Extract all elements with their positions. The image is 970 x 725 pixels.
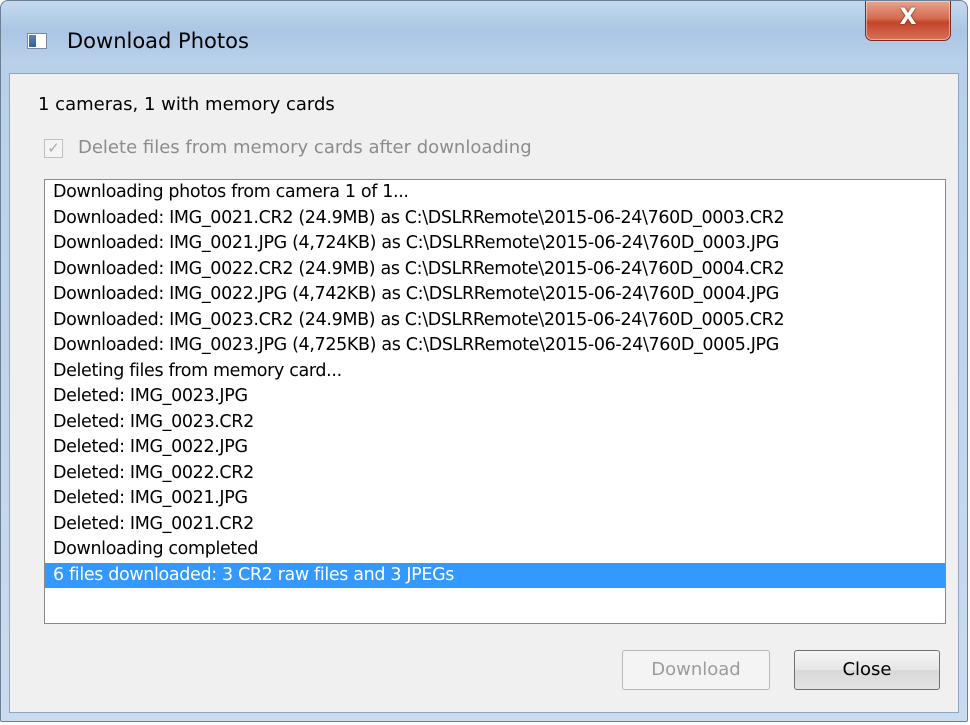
close-icon: X xyxy=(899,5,917,30)
log-line[interactable]: Deleted: IMG_0022.CR2 xyxy=(45,461,945,487)
window-title: Download Photos xyxy=(67,29,249,53)
close-button[interactable]: Close xyxy=(794,650,940,690)
log-line[interactable]: Downloading completed xyxy=(45,537,945,563)
log-line[interactable]: Deleted: IMG_0021.CR2 xyxy=(45,512,945,538)
window-close-button[interactable]: X xyxy=(865,1,951,41)
log-line[interactable]: Downloaded: IMG_0021.JPG (4,724KB) as C:… xyxy=(45,231,945,257)
title-bar[interactable]: Download Photos X xyxy=(1,1,967,73)
log-line[interactable]: Downloaded: IMG_0021.CR2 (24.9MB) as C:\… xyxy=(45,206,945,232)
log-line[interactable]: Downloaded: IMG_0023.JPG (4,725KB) as C:… xyxy=(45,333,945,359)
log-line[interactable]: Deleted: IMG_0021.JPG xyxy=(45,486,945,512)
delete-files-checkbox[interactable]: ✓ xyxy=(44,139,63,158)
log-line[interactable]: Downloaded: IMG_0022.JPG (4,742KB) as C:… xyxy=(45,282,945,308)
log-line[interactable]: Downloading photos from camera 1 of 1... xyxy=(45,180,945,206)
log-line[interactable]: 6 files downloaded: 3 CR2 raw files and … xyxy=(45,562,945,588)
log-line[interactable]: Deleted: IMG_0022.JPG xyxy=(45,435,945,461)
log-line[interactable]: Deleted: IMG_0023.JPG xyxy=(45,384,945,410)
checkmark-icon: ✓ xyxy=(47,139,60,157)
log-line[interactable]: Downloaded: IMG_0023.CR2 (24.9MB) as C:\… xyxy=(45,308,945,334)
log-line[interactable]: Deleting files from memory card... xyxy=(45,359,945,385)
log-line[interactable]: Deleted: IMG_0023.CR2 xyxy=(45,410,945,436)
delete-files-label: Delete files from memory cards after dow… xyxy=(78,137,532,158)
camera-summary-text: 1 cameras, 1 with memory cards xyxy=(38,94,335,115)
app-window-icon xyxy=(27,33,47,49)
download-button[interactable]: Download xyxy=(622,650,770,690)
log-line[interactable]: Downloaded: IMG_0022.CR2 (24.9MB) as C:\… xyxy=(45,257,945,283)
download-log-list[interactable]: Downloading photos from camera 1 of 1...… xyxy=(44,179,946,624)
